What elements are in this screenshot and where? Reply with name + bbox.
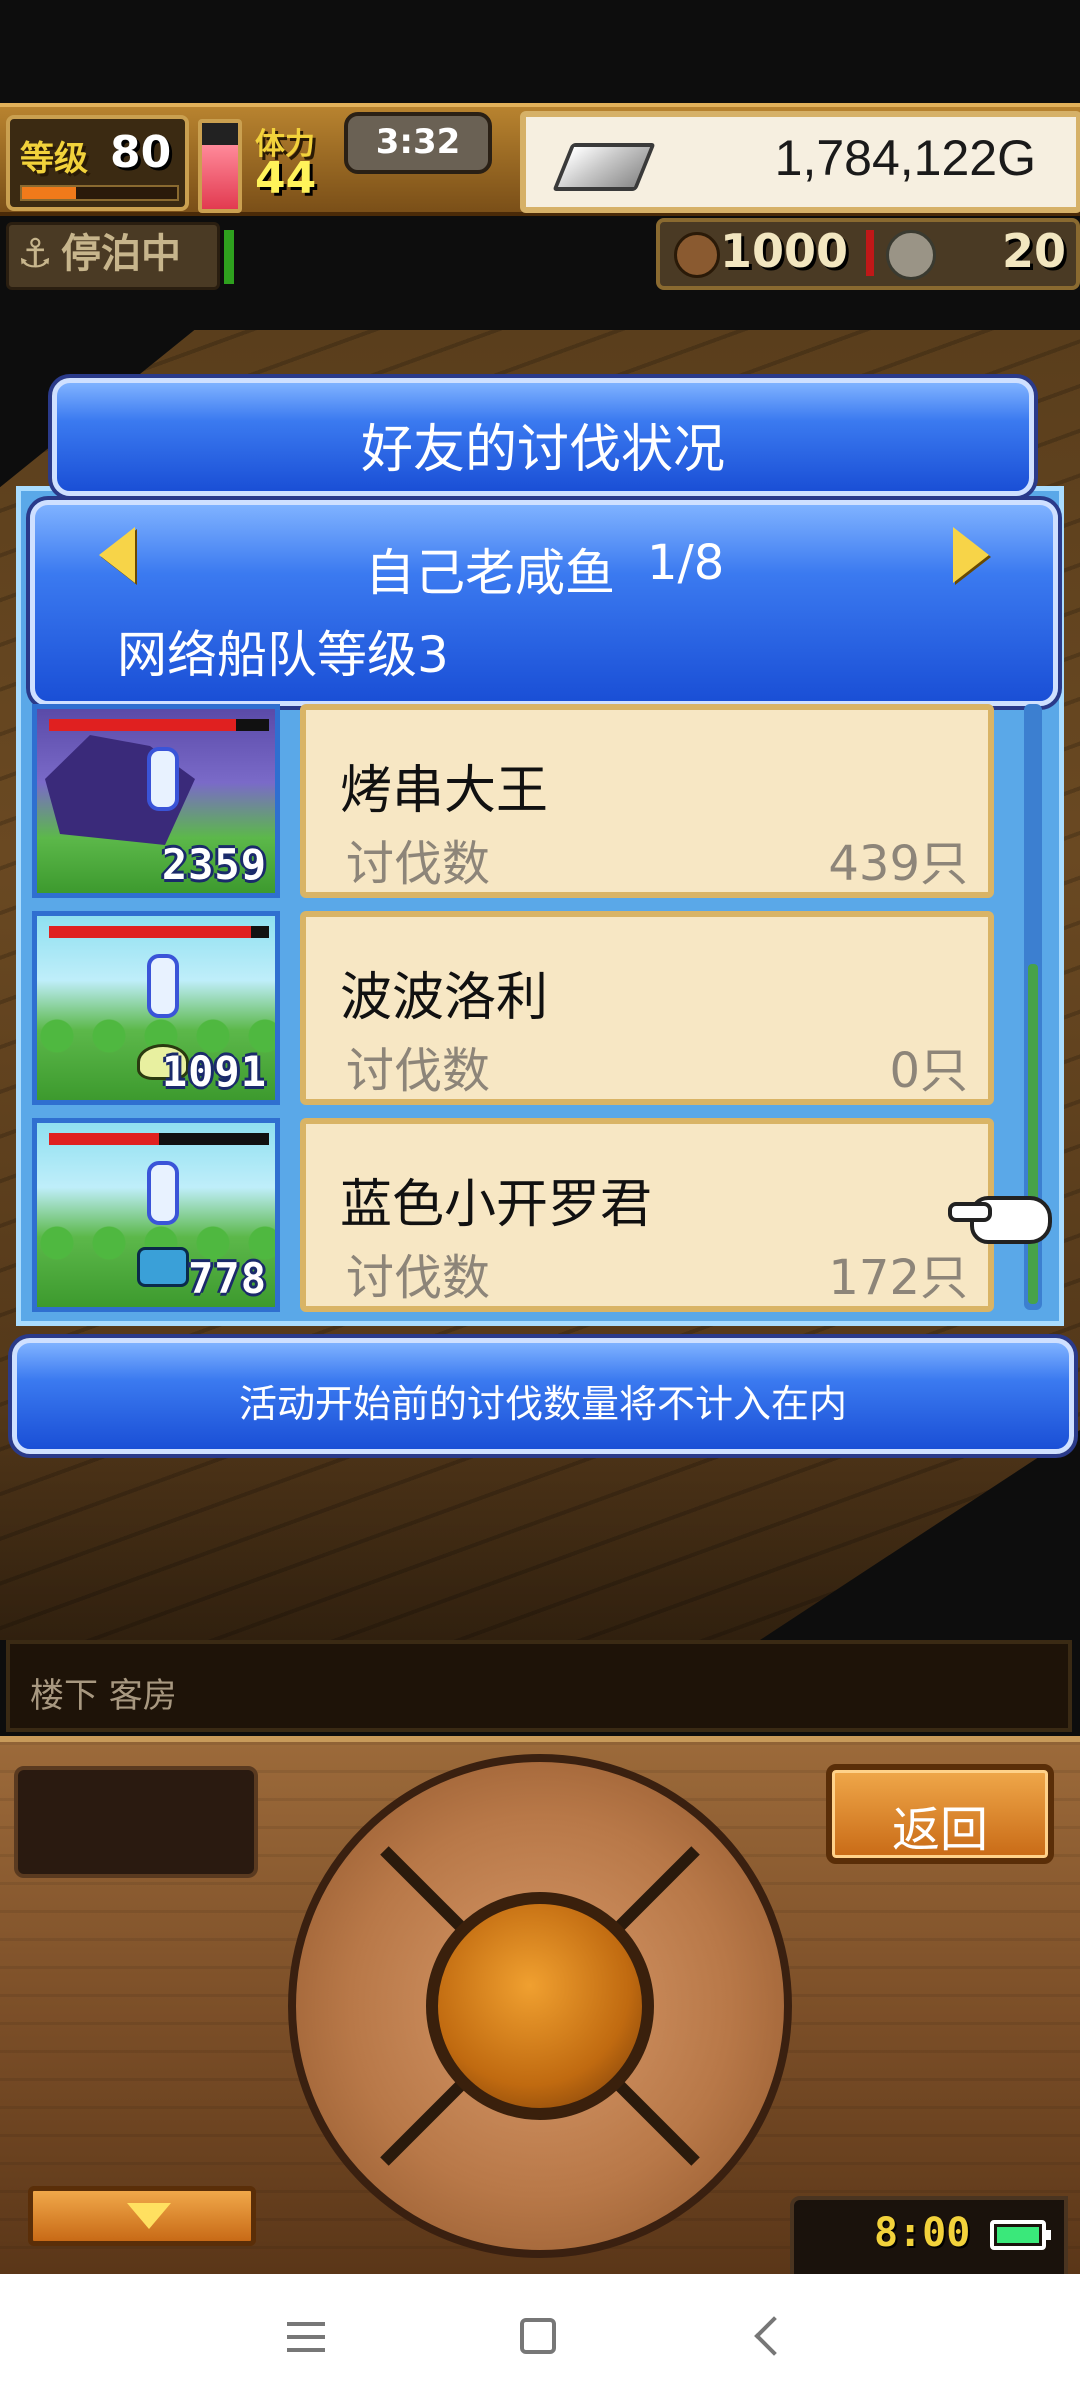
location-bar: 楼下 客房 [6, 1640, 1072, 1732]
menu-icon[interactable] [287, 2322, 325, 2352]
defeat-count-value: 172只 [828, 1250, 968, 1306]
notice-text: 活动开始前的讨伐数量将不计入在内 [238, 1382, 847, 1426]
notice-bar: 活动开始前的讨伐数量将不计入在内 [12, 1338, 1074, 1454]
resource2-value: 20 [1001, 224, 1066, 278]
time-display: 8:00 [790, 2196, 1068, 2280]
gold-display: 1,784,122G [520, 111, 1080, 213]
monster-power: 778 [188, 1254, 267, 1303]
battery-icon [990, 2220, 1051, 2250]
friend-card-name: 蓝色小开罗君 [340, 1175, 653, 1235]
expand-down-button[interactable] [28, 2186, 256, 2246]
list-item[interactable]: 2359 烤串大王 讨伐数 439只 [32, 704, 998, 904]
moored-status: ⚓ 停泊中 [6, 222, 220, 290]
bag-icon [674, 232, 720, 278]
monster-thumbnail: 778 [32, 1118, 280, 1312]
resource1-value: 1000 [720, 224, 849, 278]
friend-name: 自己老咸鱼 [365, 544, 615, 602]
monster-power: 2359 [161, 840, 267, 889]
anchor-icon: ⚓ [17, 231, 53, 277]
previous-arrow-icon[interactable] [99, 527, 135, 583]
monster-thumbnail: 1091 [32, 911, 280, 1105]
defeat-count-value: 0只 [889, 1043, 968, 1099]
defeat-count-label: 讨伐数 [346, 1043, 491, 1099]
level-label: 等级 [20, 139, 88, 179]
left-display-slot [14, 1766, 258, 1878]
location-text: 楼下 客房 [30, 1676, 177, 1716]
resource-divider [866, 230, 874, 276]
list-item[interactable]: 1091 波波洛利 讨伐数 0只 [32, 911, 998, 1111]
friend-header-panel: 自己老咸鱼 1/8 网络船队等级3 [30, 500, 1058, 706]
back-nav-icon[interactable] [754, 2316, 794, 2356]
level-progress-bar [20, 185, 179, 201]
defeat-count-value: 439只 [828, 836, 968, 892]
defeat-count-label: 讨伐数 [346, 836, 491, 892]
friend-page-indicator: 1/8 [647, 535, 725, 591]
back-button-label: 返回 [891, 1802, 988, 1858]
back-button[interactable]: 返回 [826, 1764, 1054, 1864]
moored-indicator [224, 230, 234, 284]
dialog-title-bar: 好友的讨伐状况 [52, 378, 1034, 496]
system-nav-bar [0, 2274, 1080, 2400]
dialog-title: 好友的讨伐状况 [360, 420, 725, 480]
next-arrow-icon[interactable] [953, 527, 989, 583]
coin-icon [886, 230, 936, 280]
alert-icon [147, 954, 179, 1018]
top-status-bar: 等级 80 体力 44 3:32 1,784,122G [0, 103, 1080, 216]
friend-card[interactable]: 波波洛利 讨伐数 0只 [300, 911, 994, 1105]
hp-bar-fill [49, 1133, 159, 1145]
dpad-center-button[interactable] [426, 1892, 654, 2120]
stamina-gauge-fill [202, 144, 238, 209]
direction-pad[interactable] [288, 1754, 792, 2258]
moored-label: 停泊中 [61, 231, 181, 277]
hp-bar [49, 1133, 269, 1145]
resource-display: 1000 20 [656, 218, 1080, 290]
friend-card-name: 波波洛利 [340, 968, 549, 1028]
stamina-value: 44 [255, 153, 317, 204]
stamina-gauge [198, 119, 242, 213]
monster-power: 1091 [161, 1047, 267, 1096]
hp-bar [49, 719, 269, 731]
alert-icon [147, 1161, 179, 1225]
hp-bar-fill [49, 926, 252, 938]
scrollbar-thumb[interactable] [1028, 964, 1038, 1304]
hp-bar-fill [49, 719, 236, 731]
gold-value: 1,784,122G [774, 130, 1036, 186]
game-clock: 3:32 [344, 112, 492, 174]
friend-card[interactable]: 烤串大王 讨伐数 439只 [300, 704, 994, 898]
monster-sprite [137, 1247, 189, 1287]
level-progress-fill [22, 187, 77, 199]
alert-icon [147, 747, 179, 811]
level-value: 80 [110, 127, 172, 178]
list-item[interactable]: 778 蓝色小开罗君 讨伐数 172只 [32, 1118, 998, 1318]
silver-ingot-icon [552, 143, 656, 191]
level-box: 等级 80 [6, 115, 189, 211]
hand-pointer-icon [948, 1196, 1052, 1244]
chevron-down-icon [127, 2203, 171, 2229]
friend-card-name: 烤串大王 [340, 761, 549, 821]
monster-thumbnail: 2359 [32, 704, 280, 898]
defeat-count-label: 讨伐数 [346, 1250, 491, 1306]
hp-bar [49, 926, 269, 938]
game-time: 8:00 [874, 2210, 971, 2256]
fleet-level: 网络船队等级3 [117, 626, 449, 684]
friend-card[interactable]: 蓝色小开罗君 讨伐数 172只 [300, 1118, 994, 1312]
home-icon[interactable] [520, 2318, 556, 2354]
